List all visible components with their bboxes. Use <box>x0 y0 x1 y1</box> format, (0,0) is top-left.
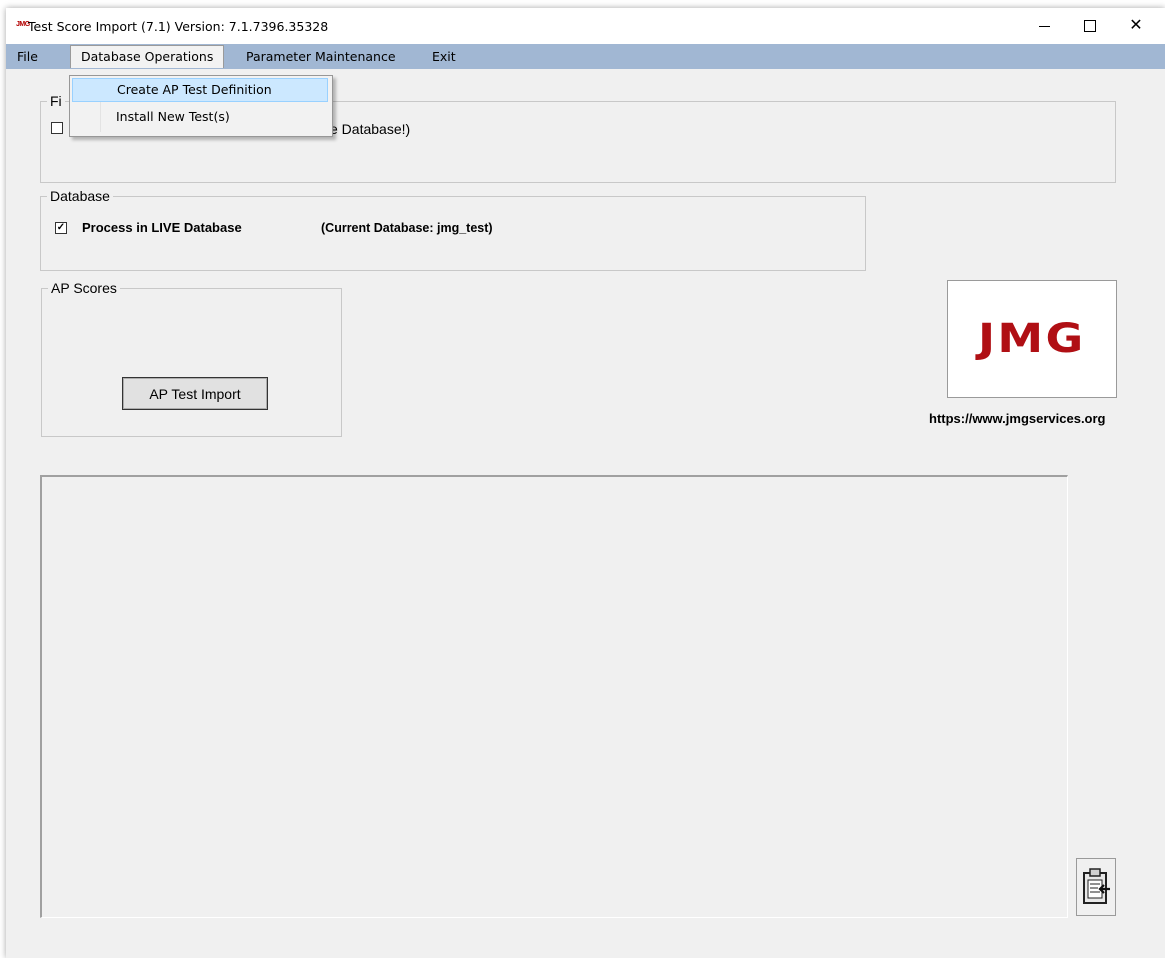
file-checkbox[interactable] <box>51 122 63 134</box>
ap-test-import-button[interactable]: AP Test Import <box>122 377 268 410</box>
menu-exit[interactable]: Exit <box>432 48 456 66</box>
title-bar: JMG Test Score Import (7.1) Version: 7.1… <box>6 8 1165 44</box>
menu-item-create-ap-test-definition[interactable]: Create AP Test Definition <box>72 78 328 102</box>
app-window: JMG Test Score Import (7.1) Version: 7.1… <box>6 8 1165 958</box>
paste-button[interactable] <box>1076 858 1116 916</box>
ap-scores-group-legend: AP Scores <box>48 279 120 297</box>
menu-bar: File Database Operations Parameter Maint… <box>6 44 1165 69</box>
database-group: Database ✓ Process in LIVE Database (Cur… <box>40 187 866 271</box>
file-group-legend: Fi <box>47 92 65 110</box>
maximize-button[interactable] <box>1067 8 1113 44</box>
minimize-icon <box>1038 25 1050 27</box>
file-option-label: e Database!) <box>330 121 411 137</box>
menu-file[interactable]: File <box>17 48 38 66</box>
jmg-logo-text: JMG <box>978 316 1086 362</box>
menu-parameter-maintenance[interactable]: Parameter Maintenance <box>246 48 396 66</box>
close-button[interactable]: ✕ <box>1113 8 1159 44</box>
clipboard-paste-icon <box>1083 868 1110 904</box>
database-group-legend: Database <box>47 187 113 205</box>
jmg-logo: JMG <box>947 280 1117 398</box>
database-operations-dropdown: Create AP Test Definition Install New Te… <box>69 75 333 137</box>
minimize-button[interactable] <box>1021 8 1067 44</box>
live-database-checkbox[interactable]: ✓ <box>55 222 67 234</box>
current-database-label: (Current Database: jmg_test) <box>321 221 493 235</box>
close-icon: ✕ <box>1129 17 1143 34</box>
menu-database-operations[interactable]: Database Operations <box>70 45 225 68</box>
log-output-area[interactable] <box>40 475 1068 918</box>
live-database-label[interactable]: Process in LIVE Database <box>82 220 242 235</box>
jmg-website-link[interactable]: https://www.jmgservices.org <box>929 411 1106 426</box>
window-title: Test Score Import (7.1) Version: 7.1.739… <box>28 19 329 34</box>
menu-item-install-new-tests[interactable]: Install New Test(s) <box>72 105 328 129</box>
maximize-icon <box>1084 20 1096 32</box>
ap-scores-group: AP Scores AP Test Import <box>41 279 342 437</box>
